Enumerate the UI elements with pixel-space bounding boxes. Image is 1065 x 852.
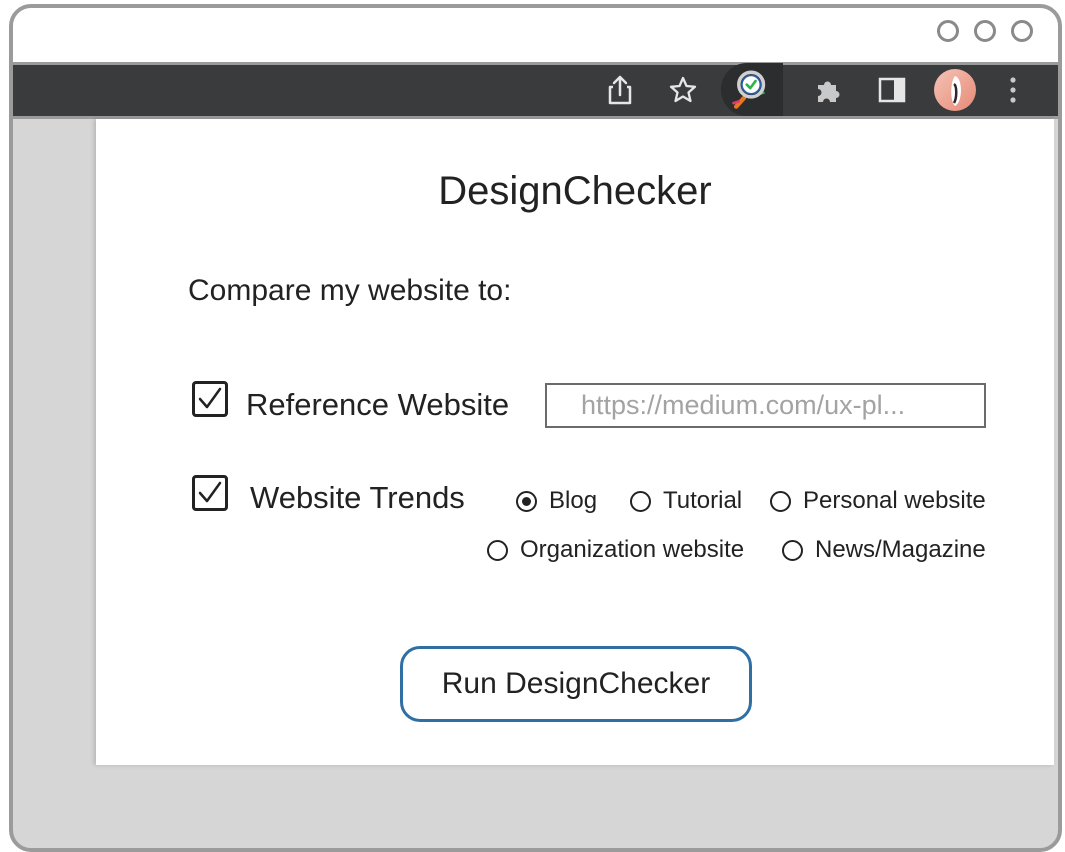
star-icon[interactable] [666, 73, 700, 107]
browser-window: DesignChecker Compare my website to: Ref… [9, 4, 1062, 852]
checkmark-icon [198, 387, 222, 409]
website-trends-label: Website Trends [250, 480, 465, 515]
sidepanel-icon[interactable] [875, 73, 909, 107]
kebab-menu-icon[interactable] [1003, 73, 1023, 107]
radio-organization-website[interactable]: Organization website [487, 536, 744, 564]
reference-url-input[interactable]: https://medium.com/ux-pl... [545, 383, 986, 428]
radio-news-magazine[interactable]: News/Magazine [782, 536, 986, 564]
radio-label: Blog [549, 487, 598, 514]
extension-popup: DesignChecker Compare my website to: Ref… [96, 119, 1054, 765]
radio-label: News/Magazine [815, 536, 986, 563]
radio-tutorial[interactable]: Tutorial [630, 487, 742, 515]
title-bar [13, 8, 1058, 65]
radio-label: Personal website [803, 487, 986, 514]
radio-indicator [770, 490, 791, 512]
radio-selected-indicator [516, 490, 537, 512]
browser-toolbar [13, 63, 1058, 119]
website-trends-checkbox[interactable] [192, 475, 228, 511]
checkmark-icon [198, 481, 222, 503]
radio-blog[interactable]: Blog [516, 487, 597, 515]
compare-label: Compare my website to: [188, 274, 512, 307]
radio-personal-website[interactable]: Personal website [770, 487, 986, 515]
puzzle-extension-icon[interactable] [811, 73, 845, 107]
radio-indicator [782, 539, 803, 561]
reference-website-label: Reference Website [246, 387, 510, 422]
window-button-3[interactable] [1011, 20, 1033, 42]
share-icon[interactable] [603, 73, 637, 107]
radio-indicator [630, 490, 651, 512]
radio-label: Organization website [520, 536, 745, 563]
radio-label: Tutorial [663, 487, 743, 514]
radio-indicator [487, 539, 508, 561]
reference-website-checkbox[interactable] [192, 381, 228, 417]
run-designchecker-button[interactable]: Run DesignChecker [400, 646, 752, 722]
designchecker-extension-icon[interactable] [730, 69, 774, 109]
page-title: DesignChecker [438, 169, 712, 213]
window-button-1[interactable] [937, 20, 959, 42]
window-button-2[interactable] [974, 20, 996, 42]
avatar[interactable] [933, 68, 977, 112]
